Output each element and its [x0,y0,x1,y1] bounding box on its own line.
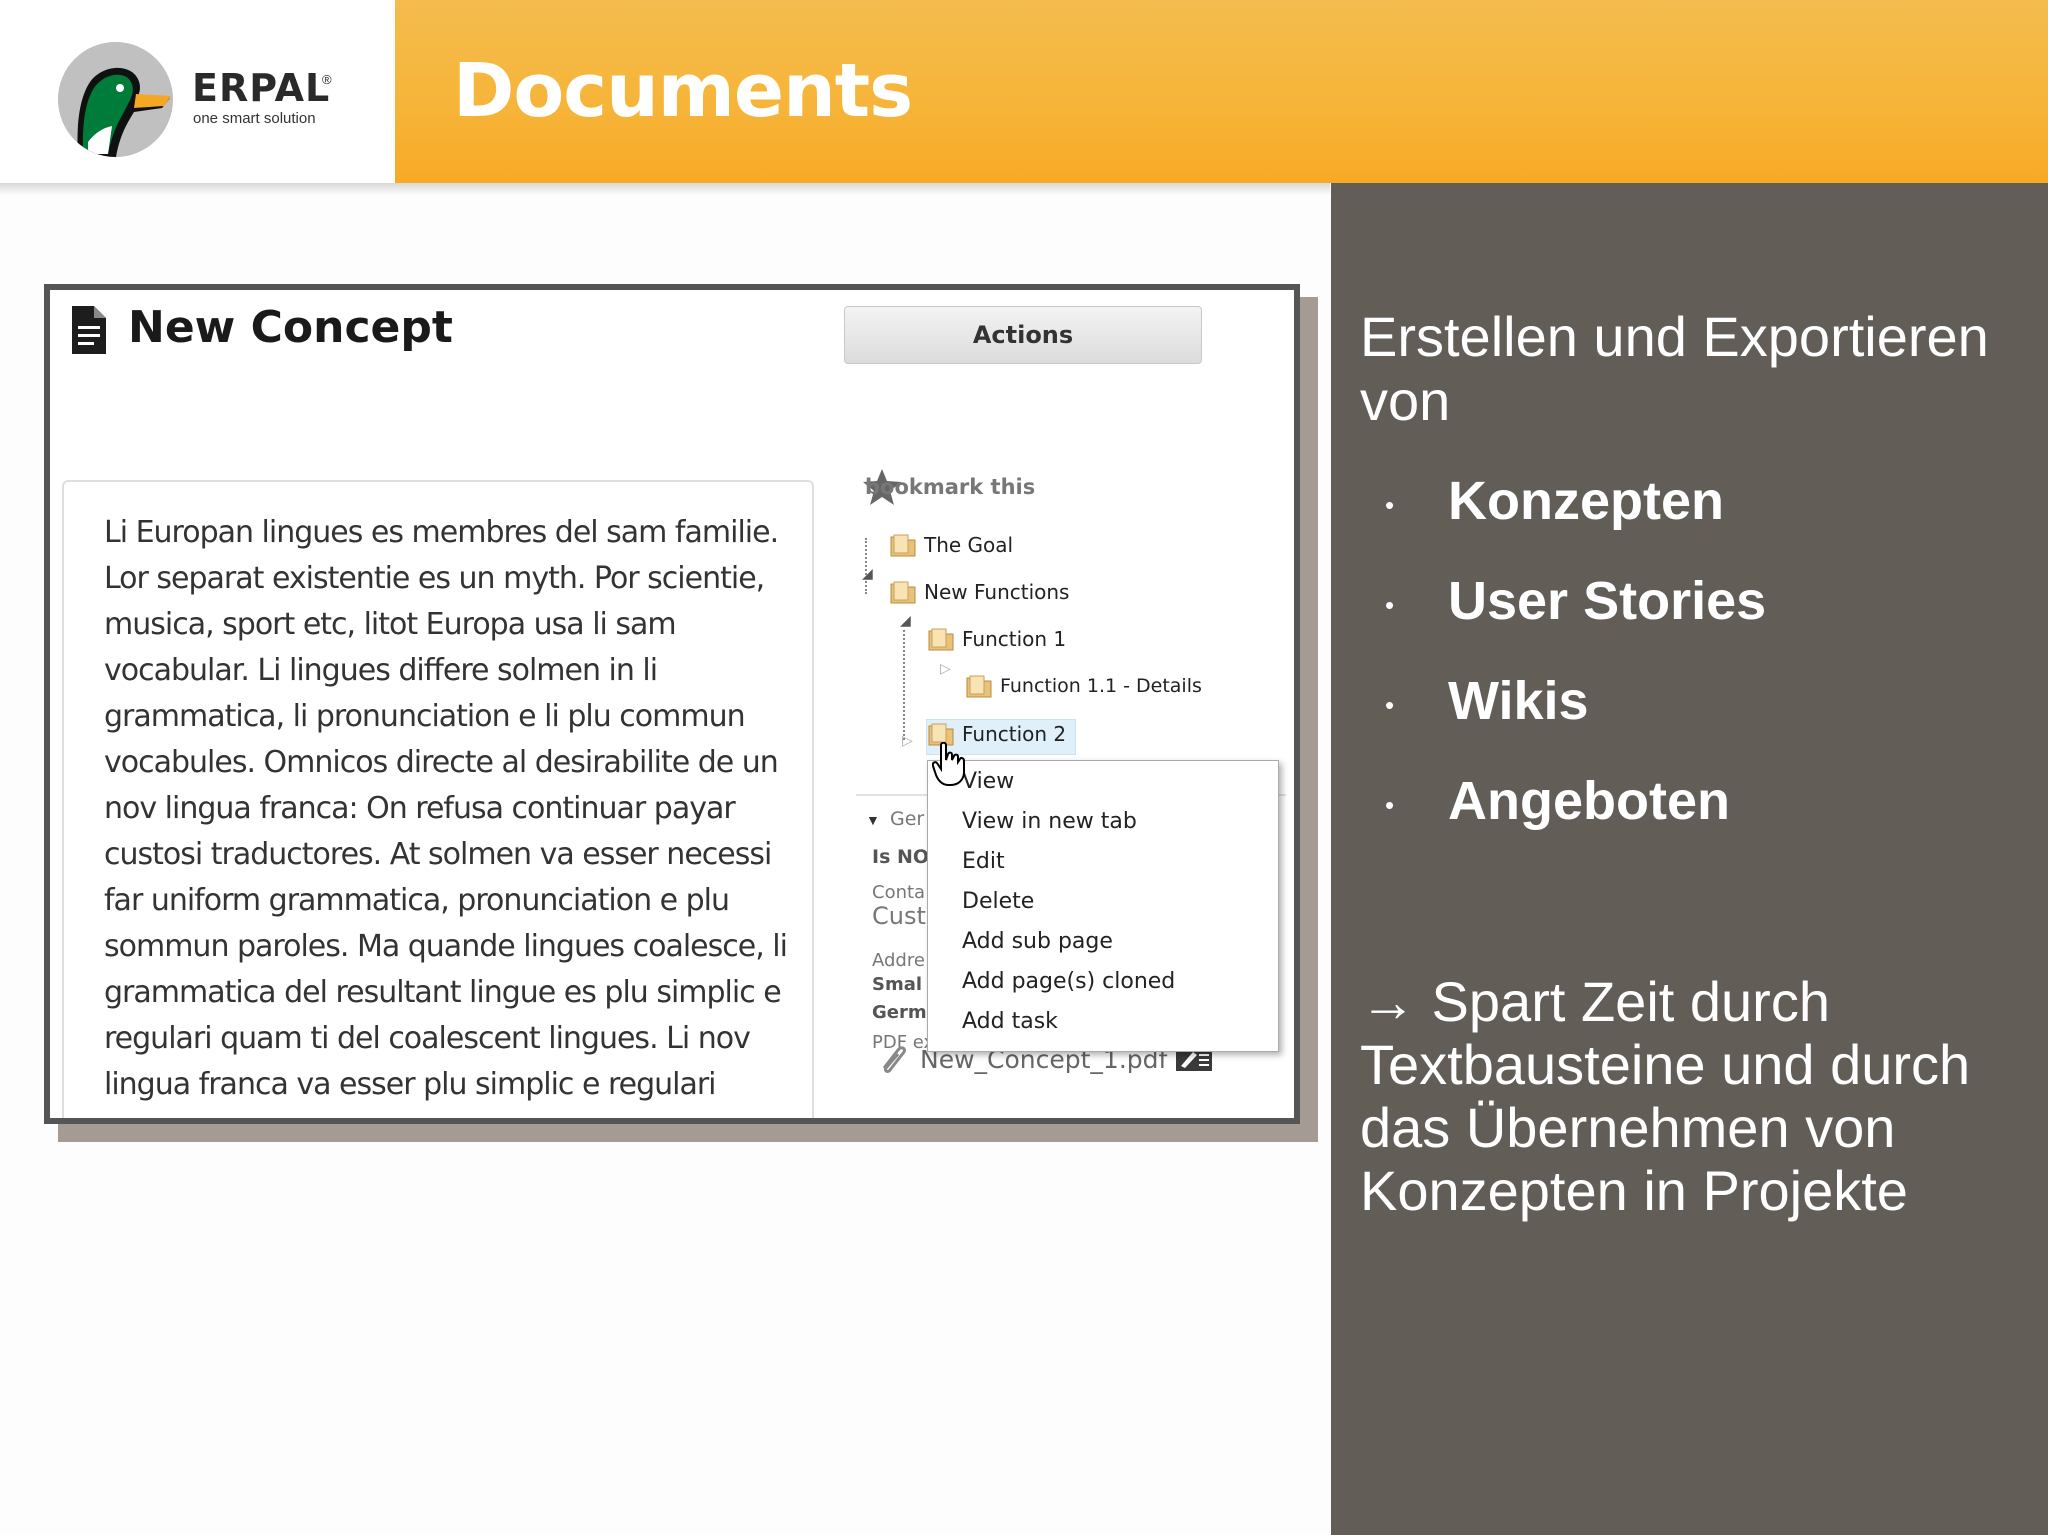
hand-cursor-icon [931,741,966,791]
context-menu: View View in new tab Edit Delete Add sub… [927,760,1279,1052]
brand-tagline: one smart solution [193,110,316,127]
general-section-label: Ger [890,808,925,830]
contact-value: Cust [872,902,926,930]
tree-item-label: New Functions [924,580,1070,604]
folder-icon [890,581,916,604]
paperclip-icon [882,1046,906,1073]
document-body-text: Li Europan lingues es membres del sam fa… [104,515,788,1102]
context-menu-item-add-task[interactable]: Add task [962,1009,1058,1034]
tree-item-label: Function 2 [962,722,1067,746]
contact-label: Conta [872,882,926,903]
actions-button[interactable]: Actions [844,306,1202,364]
bullet-item: Konzepten [1448,471,1724,531]
bullet-marker: • [1385,790,1395,820]
bullet-marker: • [1385,690,1395,720]
document-title: New Concept [128,302,453,353]
collapsed-arrow-icon[interactable]: ▷ [940,660,951,677]
status-value: Is NO [872,846,930,868]
tree-item-new-functions[interactable]: New Functions [890,580,1069,604]
expanded-arrow-icon[interactable]: ◢ [862,565,873,582]
content-panel: Li Europan lingues es membres del sam fa… [62,480,814,1118]
app-screenshot: New Concept Actions Li Europan lingues e… [44,284,1300,1124]
bookmark-link[interactable]: bookmark this [865,475,1035,499]
tree-item-label: Function 1 [962,627,1067,651]
right-panel-note: → Spart Zeit durch Textbausteine und dur… [1360,970,1971,1222]
bullet-marker: • [1385,490,1395,520]
tree-item-the-goal[interactable]: The Goal [890,533,1013,557]
address-label: Addre [872,950,925,971]
bullet-marker: • [1385,590,1395,620]
folder-icon [966,675,992,698]
header-shadow [0,183,1330,195]
context-menu-item-view-in-new-tab[interactable]: View in new tab [962,809,1137,834]
bullet-item: Wikis [1448,671,1589,731]
tree-item-function-1-1-details[interactable]: Function 1.1 - Details [966,674,1202,698]
right-panel-heading: Erstellen und Exportieren von [1360,305,1989,432]
context-menu-item-view[interactable]: View [962,769,1014,794]
collapsed-arrow-icon[interactable]: ▷ [902,732,913,749]
section-toggle-icon[interactable]: ▼ [866,812,880,828]
brand-registered-mark: ® [322,72,332,87]
bullet-item: Angeboten [1448,771,1730,831]
tree-connector [903,630,905,740]
brand-name: ERPAL [192,66,331,110]
folder-icon [890,534,916,557]
expanded-arrow-icon[interactable]: ◢ [900,612,911,629]
context-menu-item-add-sub-page[interactable]: Add sub page [962,929,1113,954]
document-icon [70,304,108,361]
bullet-item: User Stories [1448,571,1767,631]
address-line: Germ [872,1002,927,1023]
tree-item-label: Function 1.1 - Details [1000,675,1202,697]
duck-logo-icon [58,42,173,157]
tree-item-function-1[interactable]: Function 1 [928,627,1066,651]
context-menu-item-delete[interactable]: Delete [962,889,1034,914]
context-menu-item-edit[interactable]: Edit [962,849,1005,874]
page-title: Documents [453,48,913,134]
context-menu-item-add-pages-cloned[interactable]: Add page(s) cloned [962,969,1175,994]
tree-item-label: The Goal [924,533,1014,557]
folder-icon [928,628,954,651]
address-line: Smal [872,974,923,995]
